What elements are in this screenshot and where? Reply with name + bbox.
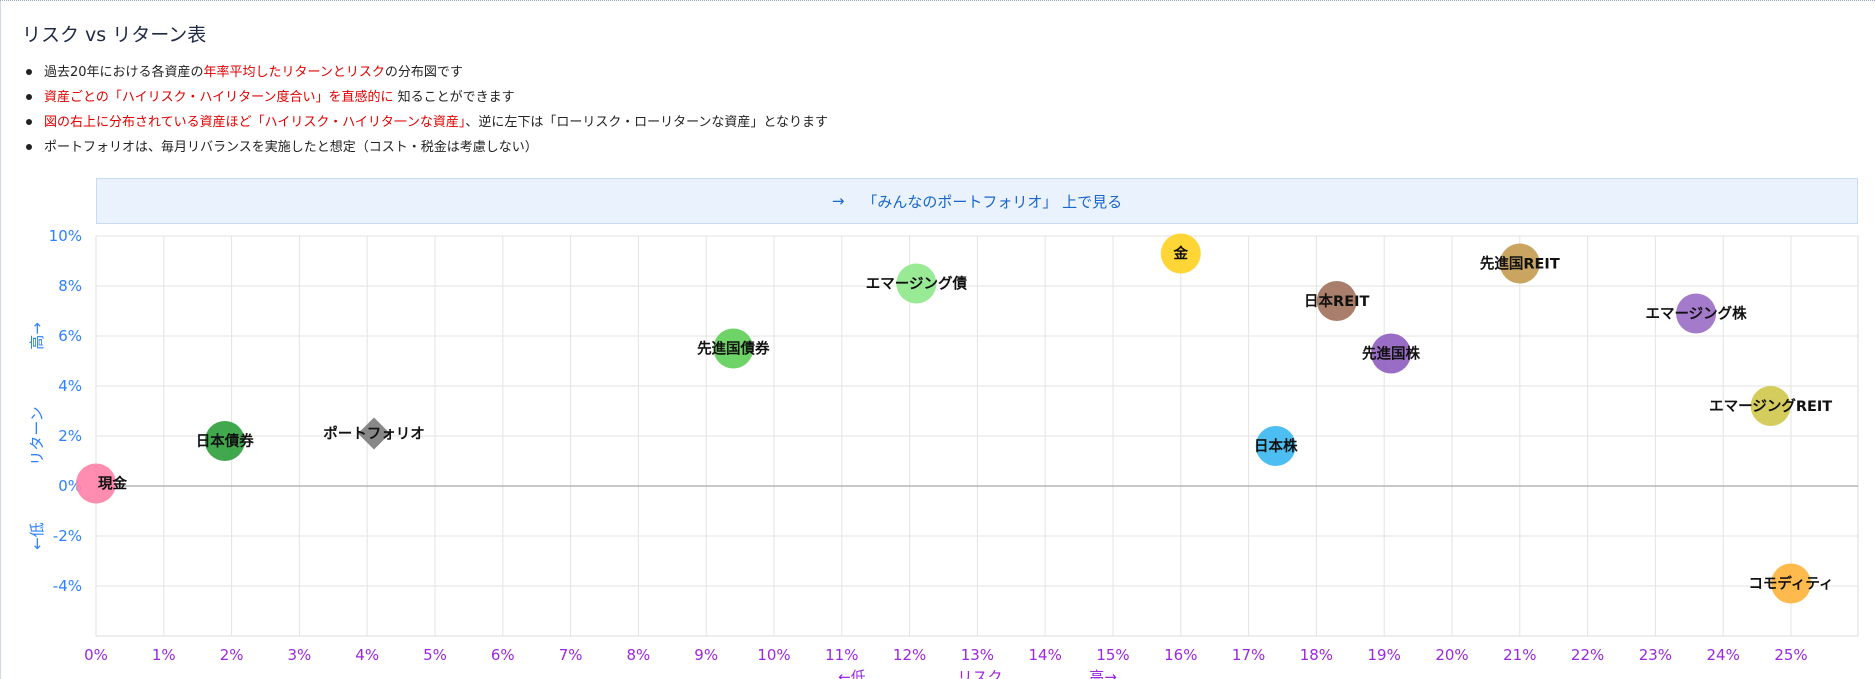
x-tick-label: 25% [1774,646,1807,664]
y-tick-label: -2% [53,527,82,545]
x-axis-high: 高→ [1089,668,1117,679]
data-label: 日本債券 [196,432,254,450]
x-tick-label: 10% [757,646,790,664]
x-tick-label: 23% [1639,646,1672,664]
data-point[interactable]: ポートフォリオ [323,417,425,450]
y-tick-label: 10% [49,227,82,245]
x-tick-label: 7% [559,646,583,664]
x-tick-label: 15% [1096,646,1129,664]
y-axis-high: 高→ [28,322,46,350]
data-label: 先進国株 [1362,345,1420,363]
chart-axis-labels: ←低リターン高→←低 リスク 高→ [28,322,1117,679]
x-tick-label: 1% [152,646,176,664]
y-tick-label: 2% [58,427,82,445]
x-tick-label: 14% [1029,646,1062,664]
x-tick-label: 18% [1300,646,1333,664]
y-tick-label: 8% [58,277,82,295]
data-label: 現金 [98,475,127,493]
data-label: エマージング株 [1645,305,1747,323]
x-tick-label: 12% [893,646,926,664]
x-tick-label: 2% [220,646,244,664]
x-tick-label: 24% [1707,646,1740,664]
data-label: エマージング債 [866,275,968,293]
data-label: 金 [1173,245,1189,263]
y-axis-name: リターン [28,406,46,465]
x-tick-label: 11% [825,646,858,664]
data-label: コモディティ [1748,575,1833,593]
y-tick-label: -4% [53,577,82,595]
data-label: エマージングREIT [1709,397,1832,415]
data-point[interactable]: エマージングREIT [1709,386,1832,426]
y-tick-label: 6% [58,327,82,345]
data-point[interactable]: エマージング債 [866,263,968,304]
data-label: 日本REIT [1304,292,1369,310]
x-tick-label: 9% [694,646,718,664]
data-label: 先進国REIT [1480,255,1560,273]
x-tick-label: 5% [423,646,447,664]
x-tick-label: 8% [627,646,651,664]
x-tick-label: 19% [1368,646,1401,664]
chart-points: 現金 日本債券 ポートフォリオ 先進国債券 エマージング債 金日本株 日本REIT 先進国株 先… [76,233,1834,604]
x-tick-label: 17% [1232,646,1265,664]
x-axis-low: ←低 [838,668,866,679]
data-point[interactable]: 日本債券 [196,421,254,461]
data-point[interactable]: 先進国REIT [1480,243,1560,284]
x-tick-label: 13% [961,646,994,664]
x-tick-label: 3% [288,646,312,664]
x-axis-name: リスク [957,668,1002,679]
x-tick-label: 16% [1164,646,1197,664]
x-tick-label: 4% [355,646,379,664]
x-tick-label: 22% [1571,646,1604,664]
x-tick-label: 0% [84,646,108,664]
risk-return-scatter-chart: 0% 1% 2% 3% 4% 5% 6% 7% 8% 9% 10% 11% 12% 13% 14% 15% 16… [28,227,1859,679]
data-label: ポートフォリオ [323,425,425,443]
data-label: 先進国債券 [697,340,770,358]
data-point[interactable]: 先進国株 [1362,333,1420,374]
y-axis-low: ←低 [28,522,46,550]
x-tick-label: 21% [1503,646,1536,664]
data-point[interactable]: 日本REIT [1304,281,1370,321]
data-point[interactable]: コモディティ [1748,563,1834,604]
y-tick-label: 4% [58,377,82,395]
data-point[interactable]: 日本株 [1254,426,1298,466]
x-tick-label: 6% [491,646,515,664]
data-point[interactable]: 先進国債券 [697,328,770,369]
data-point[interactable]: 金 [1160,233,1201,274]
data-label: 日本株 [1254,437,1298,455]
y-axis-label: ←低 リターン 高→ [28,322,46,550]
x-tick-label: 20% [1435,646,1468,664]
data-point[interactable]: エマージング株 [1645,293,1747,334]
data-point[interactable]: 現金 [76,463,127,504]
